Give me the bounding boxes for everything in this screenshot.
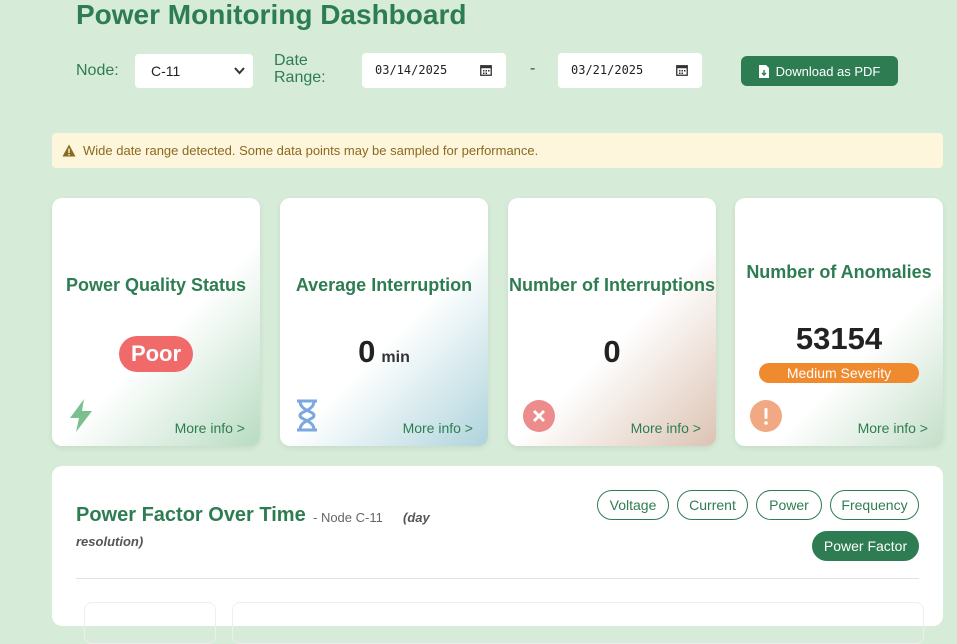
severity-badge: Medium Severity — [759, 363, 919, 383]
chart-area-box — [232, 602, 924, 644]
download-pdf-button[interactable]: Download as PDF — [741, 56, 898, 86]
interruptions-value: 0 — [603, 334, 621, 369]
more-info-link[interactable]: More info > — [175, 420, 245, 436]
metric-value: 0 min — [280, 334, 488, 370]
node-select[interactable]: C-11 — [135, 54, 253, 88]
more-info-link[interactable]: More info > — [858, 420, 928, 436]
tab-current[interactable]: Current — [677, 490, 748, 520]
chart-node-subtitle: - Node C-11 — [313, 510, 383, 525]
power-quality-card: Power Quality Status Poor More info > — [52, 198, 260, 446]
unit-label: min — [381, 349, 410, 366]
end-date-value: 03/21/2025 — [571, 63, 644, 77]
date-range-label: Date Range: — [274, 52, 326, 86]
exclamation-circle-icon — [750, 400, 782, 432]
node-select-value: C-11 — [151, 63, 181, 79]
page-title: Power Monitoring Dashboard — [76, 0, 467, 30]
tab-power-factor[interactable]: Power Factor — [812, 531, 919, 561]
tab-power[interactable]: Power — [756, 490, 822, 520]
card-title: Power Quality Status — [65, 275, 247, 295]
divider — [76, 578, 919, 579]
lightning-icon — [70, 399, 92, 432]
card-title: Average Interruption — [295, 275, 473, 295]
chart-sidebar-box — [84, 602, 216, 644]
anomalies-card: Number of Anomalies 53154 Medium Severit… — [735, 198, 943, 446]
more-info-link[interactable]: More info > — [631, 420, 701, 436]
interruptions-card: Number of Interruptions 0 More info > — [508, 198, 716, 446]
chevron-down-icon — [234, 54, 245, 102]
warning-icon — [62, 144, 76, 157]
start-date-input[interactable]: 03/14/2025 — [362, 53, 506, 88]
warning-text: Wide date range detected. Some data poin… — [83, 143, 539, 158]
more-info-link[interactable]: More info > — [403, 420, 473, 436]
calendar-icon[interactable] — [676, 64, 688, 76]
date-range-warning: Wide date range detected. Some data poin… — [52, 133, 943, 168]
average-interruption-card: Average Interruption 0 min More info > — [280, 198, 488, 446]
card-title: Number of Anomalies — [746, 262, 932, 282]
start-date-value: 03/14/2025 — [375, 63, 448, 77]
x-circle-icon — [523, 400, 555, 432]
download-pdf-label: Download as PDF — [775, 63, 881, 79]
file-download-icon — [758, 64, 769, 78]
calendar-icon[interactable] — [480, 64, 492, 76]
average-interruption-value: 0 — [358, 334, 376, 369]
date-separator: - — [530, 60, 536, 77]
anomalies-value: 53154 — [795, 321, 883, 356]
status-badge: Poor — [119, 336, 193, 372]
tab-frequency[interactable]: Frequency — [830, 490, 919, 520]
chart-title: Power Factor Over Time — [76, 504, 306, 526]
chart-resolution-cont: resolution) — [76, 534, 144, 549]
end-date-input[interactable]: 03/21/2025 — [558, 53, 702, 88]
card-title: Number of Interruptions — [509, 275, 715, 295]
chart-resolution: (day — [403, 510, 430, 525]
chart-panel: Power Factor Over Time - Node C-11 (day … — [52, 466, 943, 644]
hourglass-icon — [297, 399, 317, 432]
node-label: Node: — [76, 62, 119, 79]
tab-voltage[interactable]: Voltage — [597, 490, 669, 520]
